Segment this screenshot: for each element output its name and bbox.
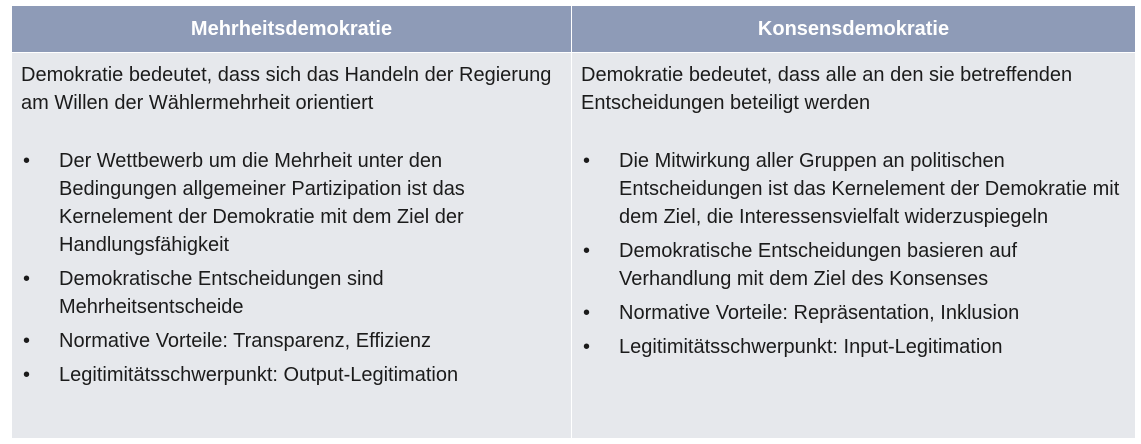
list-item: • Demokratische Entscheidungen basieren … bbox=[581, 237, 1125, 293]
bullet-text: Legitimitätsschwerpunkt: Output-Legitima… bbox=[59, 364, 459, 386]
intro-text: Demokratie bedeutet, dass alle an den si… bbox=[581, 64, 1073, 114]
bullet-list: • Die Mitwirkung aller Gruppen an politi… bbox=[581, 147, 1125, 361]
bullet-text: Legitimitätsschwerpunkt: Input-Legitimat… bbox=[619, 336, 1003, 358]
list-item: • Normative Vorteile: Repräsentation, In… bbox=[581, 299, 1125, 327]
header-label: Mehrheitsdemokratie bbox=[190, 17, 393, 40]
comparison-table: Mehrheitsdemokratie Konsensdemokratie De… bbox=[12, 6, 1135, 438]
bullet-text: Normative Vorteile: Repräsentation, Inkl… bbox=[619, 302, 1020, 324]
list-item: • Der Wettbewerb um die Mehrheit unter d… bbox=[21, 147, 561, 259]
bullet-text: Demokratische Entscheidungen basieren au… bbox=[619, 240, 1018, 290]
bullet-icon: • bbox=[583, 150, 591, 172]
bullet-icon: • bbox=[23, 330, 31, 352]
header-consensus-democracy: Konsensdemokratie bbox=[572, 6, 1135, 52]
list-item: • Legitimitätsschwerpunkt: Output-Legiti… bbox=[21, 361, 561, 389]
list-item: • Demokratische Entscheidungen sind Mehr… bbox=[21, 265, 561, 321]
bullet-text: Demokratische Entscheidungen sind Mehrhe… bbox=[59, 268, 384, 318]
bullet-icon: • bbox=[23, 268, 31, 290]
bullet-icon: • bbox=[23, 364, 31, 386]
bullet-icon: • bbox=[583, 336, 591, 358]
cell-majority-democracy: Demokratie bedeutet, dass sich das Hande… bbox=[12, 53, 571, 438]
list-item: • Die Mitwirkung aller Gruppen an politi… bbox=[581, 147, 1125, 231]
bullet-text: Der Wettbewerb um die Mehrheit unter den… bbox=[59, 150, 465, 256]
list-item: • Normative Vorteile: Transparenz, Effiz… bbox=[21, 327, 561, 355]
bullet-icon: • bbox=[583, 240, 591, 262]
header-label: Konsensdemokratie bbox=[757, 17, 950, 40]
list-item: • Legitimitätsschwerpunkt: Input-Legitim… bbox=[581, 333, 1125, 361]
header-majority-democracy: Mehrheitsdemokratie bbox=[12, 6, 571, 52]
bullet-list: • Der Wettbewerb um die Mehrheit unter d… bbox=[21, 147, 561, 389]
bullet-icon: • bbox=[23, 150, 31, 172]
bullet-icon: • bbox=[583, 302, 591, 324]
bullet-text: Die Mitwirkung aller Gruppen an politisc… bbox=[619, 150, 1120, 228]
cell-consensus-democracy: Demokratie bedeutet, dass alle an den si… bbox=[572, 53, 1135, 438]
intro-text: Demokratie bedeutet, dass sich das Hande… bbox=[21, 64, 552, 114]
bullet-text: Normative Vorteile: Transparenz, Effizie… bbox=[59, 330, 432, 352]
